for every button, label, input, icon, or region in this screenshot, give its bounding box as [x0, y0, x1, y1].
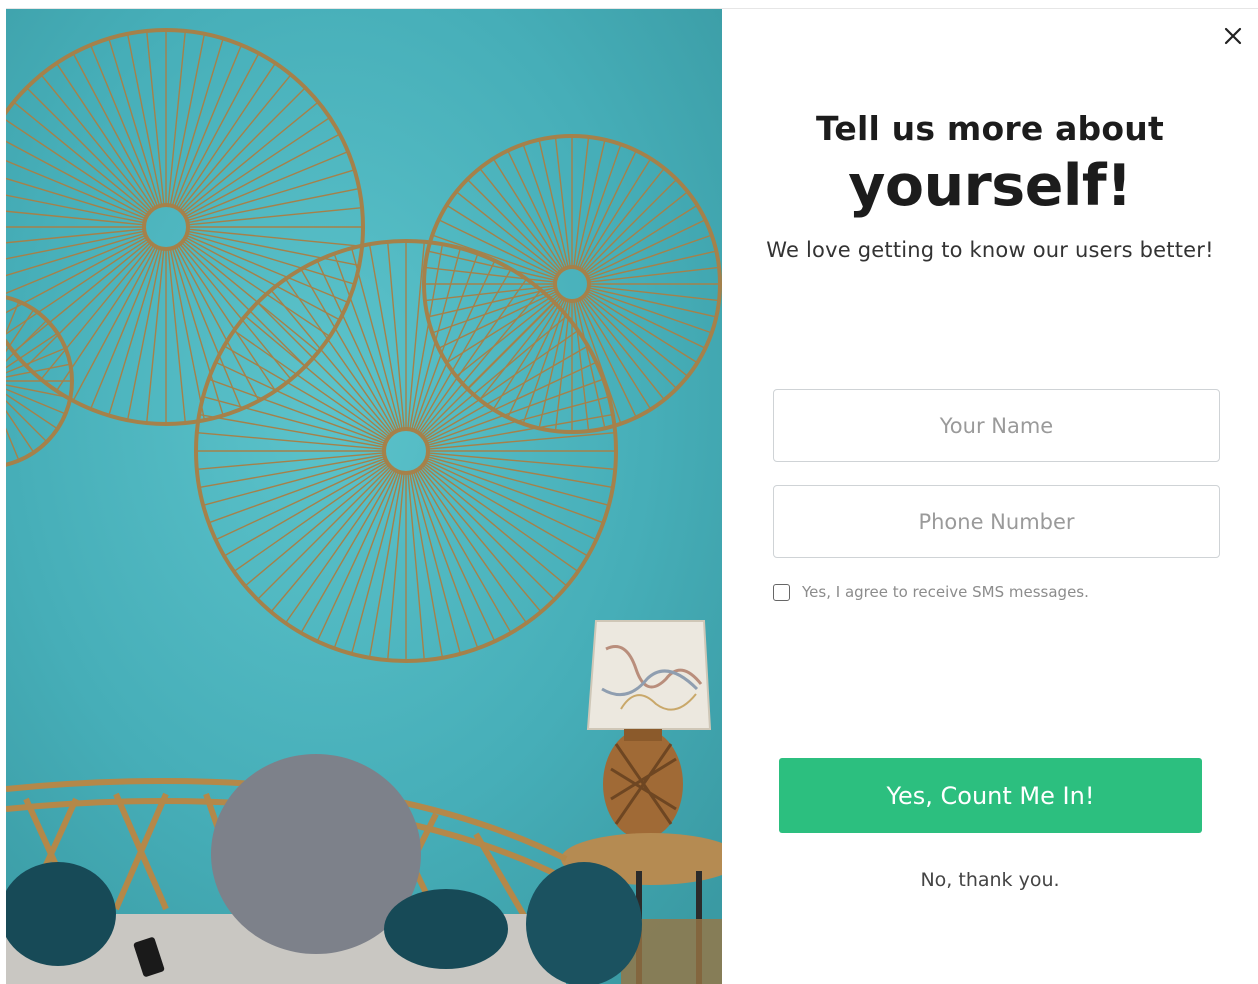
submit-button[interactable]: Yes, Count Me In! — [779, 758, 1202, 833]
close-button[interactable] — [1222, 25, 1244, 47]
room-illustration — [6, 9, 722, 984]
popup-modal: Tell us more about yourself! We love get… — [6, 8, 1258, 984]
phone-input[interactable] — [773, 485, 1220, 558]
decline-link[interactable]: No, thank you. — [722, 869, 1258, 891]
heading-line-1: Tell us more about — [816, 109, 1164, 148]
teal-cushion-mid — [384, 889, 508, 969]
sms-consent-label[interactable]: Yes, I agree to receive SMS messages. — [802, 583, 1089, 601]
decor-photo — [6, 9, 722, 984]
subtitle: We love getting to know our users better… — [766, 238, 1214, 262]
heading-line-2: yourself! — [848, 153, 1132, 219]
teal-cushion-right — [526, 862, 642, 984]
signup-form-panel: Tell us more about yourself! We love get… — [722, 9, 1258, 984]
close-icon[interactable] — [1222, 25, 1244, 47]
name-input[interactable] — [773, 389, 1220, 462]
sms-consent: Yes, I agree to receive SMS messages. — [773, 583, 1089, 601]
sms-consent-checkbox[interactable] — [773, 583, 790, 601]
